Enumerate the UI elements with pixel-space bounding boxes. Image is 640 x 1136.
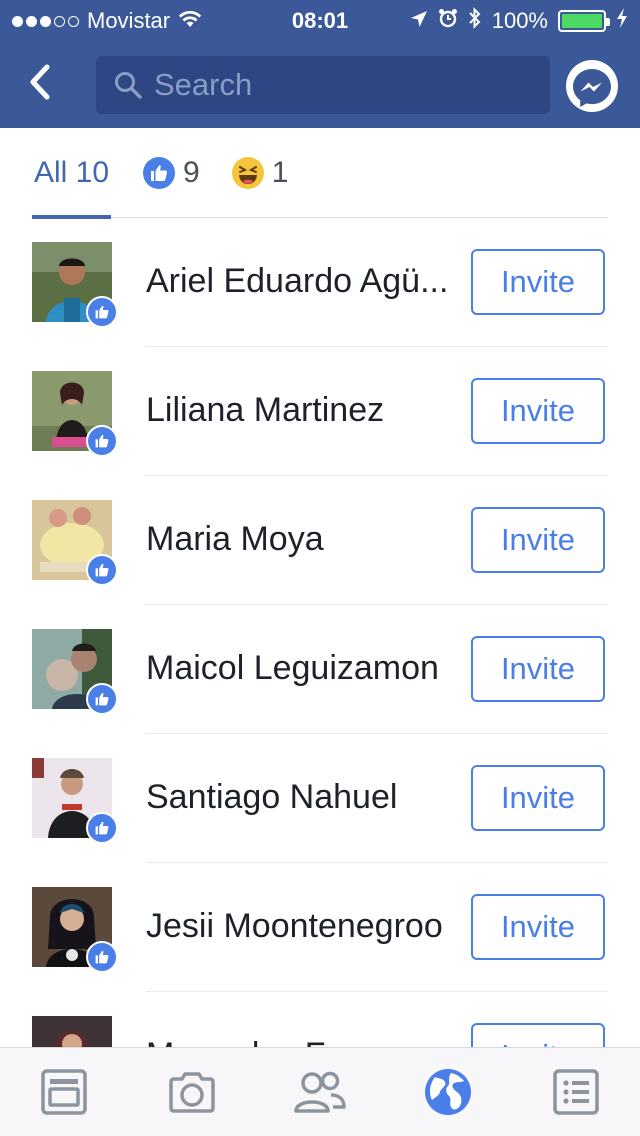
navigation-bar bbox=[0, 40, 640, 128]
like-badge-icon bbox=[86, 941, 118, 973]
like-badge-icon bbox=[86, 812, 118, 844]
tab-menu[interactable] bbox=[512, 1048, 640, 1136]
invite-button[interactable]: Invite bbox=[471, 249, 605, 315]
back-button[interactable] bbox=[18, 60, 62, 104]
list-item: Liliana Martinez Invite bbox=[0, 347, 640, 476]
person-name[interactable]: Santiago Nahuel bbox=[146, 778, 464, 817]
like-badge-icon bbox=[86, 425, 118, 457]
status-bar: Movistar 08:01 100% bbox=[0, 0, 640, 40]
menu-list-icon bbox=[553, 1069, 599, 1115]
tab-news-feed[interactable] bbox=[0, 1048, 128, 1136]
list-item: Mercedes Fe... Invite bbox=[0, 992, 640, 1047]
invite-button[interactable]: Invite bbox=[471, 765, 605, 831]
messenger-button[interactable] bbox=[566, 60, 618, 112]
tab-like-count: 9 bbox=[183, 155, 200, 189]
messenger-icon bbox=[573, 69, 611, 107]
person-name[interactable]: Liliana Martinez bbox=[146, 391, 464, 430]
reaction-tabs: All 10 9 1 bbox=[32, 128, 608, 219]
battery-percent: 100% bbox=[491, 8, 548, 33]
list-item: Maicol Leguizamon Invite bbox=[0, 605, 640, 734]
back-chevron-icon bbox=[30, 64, 50, 100]
tab-haha-count: 1 bbox=[271, 155, 289, 189]
person-name[interactable]: Jesii Moontenegroo bbox=[146, 907, 464, 946]
charging-bolt-icon bbox=[616, 7, 628, 35]
list-item: Santiago Nahuel Invite bbox=[0, 734, 640, 863]
invite-button[interactable]: Invite bbox=[471, 636, 605, 702]
tab-like[interactable]: 9 bbox=[143, 128, 200, 218]
person-name[interactable]: Mercedes Fe... bbox=[146, 1036, 464, 1047]
haha-reaction-icon bbox=[231, 156, 264, 189]
globe-notifications-icon bbox=[425, 1069, 471, 1115]
location-arrow-icon bbox=[410, 8, 428, 34]
list-item: Maria Moya Invite bbox=[0, 476, 640, 605]
like-badge-icon bbox=[86, 683, 118, 715]
people-list[interactable]: Ariel Eduardo Agü... Invite Liliana Mart… bbox=[0, 218, 640, 1047]
tab-friends[interactable] bbox=[256, 1048, 384, 1136]
tab-notifications[interactable] bbox=[384, 1048, 512, 1136]
invite-button[interactable]: Invite bbox=[471, 894, 605, 960]
like-badge-icon bbox=[86, 296, 118, 328]
person-name[interactable]: Maria Moya bbox=[146, 520, 464, 559]
search-input[interactable] bbox=[154, 67, 534, 103]
bluetooth-icon bbox=[468, 7, 482, 35]
invite-button[interactable]: Invite bbox=[471, 507, 605, 573]
search-icon bbox=[114, 70, 144, 100]
like-badge-icon bbox=[86, 554, 118, 586]
invite-button[interactable]: Invite bbox=[471, 1023, 605, 1047]
news-feed-icon bbox=[41, 1069, 87, 1115]
tab-haha[interactable]: 1 bbox=[231, 128, 289, 218]
like-reaction-icon bbox=[143, 156, 176, 189]
person-name[interactable]: Maicol Leguizamon bbox=[146, 649, 464, 688]
person-name[interactable]: Ariel Eduardo Agü... bbox=[146, 262, 464, 301]
battery-icon bbox=[558, 10, 610, 32]
invite-button[interactable]: Invite bbox=[471, 378, 605, 444]
tab-all[interactable]: All 10 bbox=[32, 128, 112, 219]
list-item: Jesii Moontenegroo Invite bbox=[0, 863, 640, 992]
bottom-tab-bar bbox=[0, 1047, 640, 1136]
search-bar[interactable] bbox=[96, 56, 550, 114]
camera-icon bbox=[169, 1072, 215, 1113]
friends-icon bbox=[294, 1071, 346, 1113]
avatar[interactable] bbox=[32, 1016, 112, 1047]
list-item: Ariel Eduardo Agü... Invite bbox=[0, 218, 640, 347]
alarm-clock-icon bbox=[438, 8, 458, 34]
tab-all-label: All 10 bbox=[34, 155, 110, 189]
tab-camera[interactable] bbox=[128, 1048, 256, 1136]
app-header: Movistar 08:01 100% bbox=[0, 0, 640, 128]
